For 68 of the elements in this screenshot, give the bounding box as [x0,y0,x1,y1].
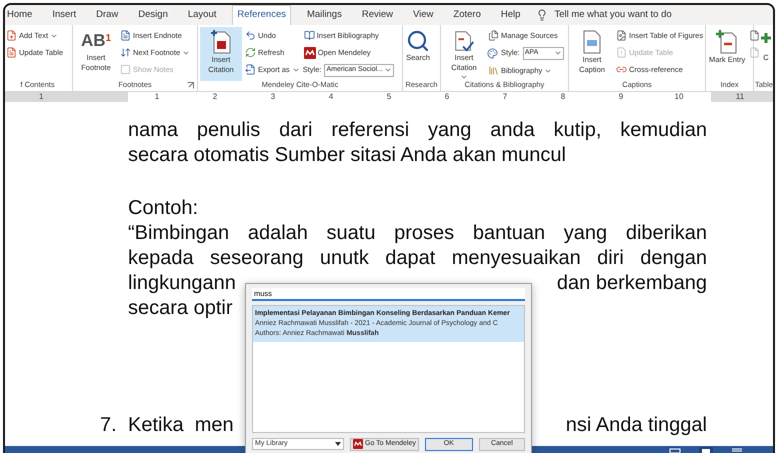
document-text: kepada seseorang unutk dapat menyesuaikan diri dengan [128,246,707,271]
document-check-icon [452,29,476,53]
export-icon [245,64,256,75]
document-text: lingkungann [128,271,236,296]
document-text: secara optir [128,296,232,321]
ruler-number: 8 [560,92,566,102]
search-icon [406,29,430,53]
ribbon-tab[interactable]: Layout [184,5,220,25]
document-text: Ketika men [128,413,234,438]
plus-icon [761,33,771,43]
ruler-number: 9 [618,92,624,102]
link-icon [616,64,627,75]
books-icon [488,65,499,76]
ribbon-tab[interactable]: View [409,5,438,25]
document-icon [749,30,760,41]
ruler-number: 10 [674,92,684,102]
documents-icon [488,30,499,41]
document-text: secara otomatis Sumber sitasi Anda akan muncul [128,143,566,168]
read-mode-icon[interactable] [669,448,681,453]
ribbon-tab[interactable]: Draw [92,5,122,25]
logo-icon [353,439,363,449]
undo-icon [245,30,256,41]
ruler-number: 1 [154,92,160,102]
document-plus-icon [715,29,740,55]
refresh-icon [245,47,256,58]
ribbon-tab[interactable]: Home [5,5,36,25]
ribbon-tab[interactable]: Mailings [302,5,346,25]
document-icon [581,29,603,55]
document-text: nama penulis dari referensi yang anda kutip, kemudian [128,118,707,143]
ruler-number: 3 [270,92,276,102]
ruler-number: 7 [502,92,508,102]
launcher-icon[interactable] [187,82,194,89]
document-icon [749,47,760,58]
document-plus-icon [6,30,17,41]
document-text: “Bimbingan adalah suatu proses bantuan yang diberikan [128,221,707,246]
ribbon-tab[interactable]: Help [496,5,524,25]
document-text: dan berkembang [556,271,707,296]
web-layout-icon[interactable] [731,448,743,453]
ruler-number: 4 [328,92,334,102]
tell-me-field[interactable]: Tell me what you want to do [554,8,694,22]
ribbon-tab[interactable]: Review [358,5,397,25]
document-icon [616,47,627,58]
logo-icon [304,46,316,58]
ruler-number: 11 [734,92,746,102]
ribbon-tab[interactable]: Zotero [449,5,485,25]
palette-icon [487,48,498,58]
document-text: Contoh: [128,196,198,221]
lightbulb-icon [536,9,548,21]
ruler-number: 2 [212,92,218,102]
caret-icon [554,49,562,57]
list-number: 7. [100,413,117,438]
ruler-number: 6 [444,92,450,102]
ribbon-tab[interactable]: References [232,5,291,25]
footnote-glyph-icon: AB$^{1}$ [80,29,112,53]
document-text: nsi Anda tinggal [566,413,707,438]
document-icon [6,47,17,58]
ruler-number: 1 [39,92,44,102]
caret-icon [384,66,392,74]
ribbon-tab[interactable]: Insert [48,5,80,25]
book-icon [304,30,315,41]
document-plus-icon [209,29,233,55]
ribbon-tab[interactable]: Design [134,5,172,25]
print-layout-icon[interactable] [699,447,713,453]
arrows-icon [120,47,131,58]
square-icon [120,64,131,75]
document-icon [616,30,627,41]
document-icon [120,30,131,41]
ruler-number: 5 [386,92,392,102]
